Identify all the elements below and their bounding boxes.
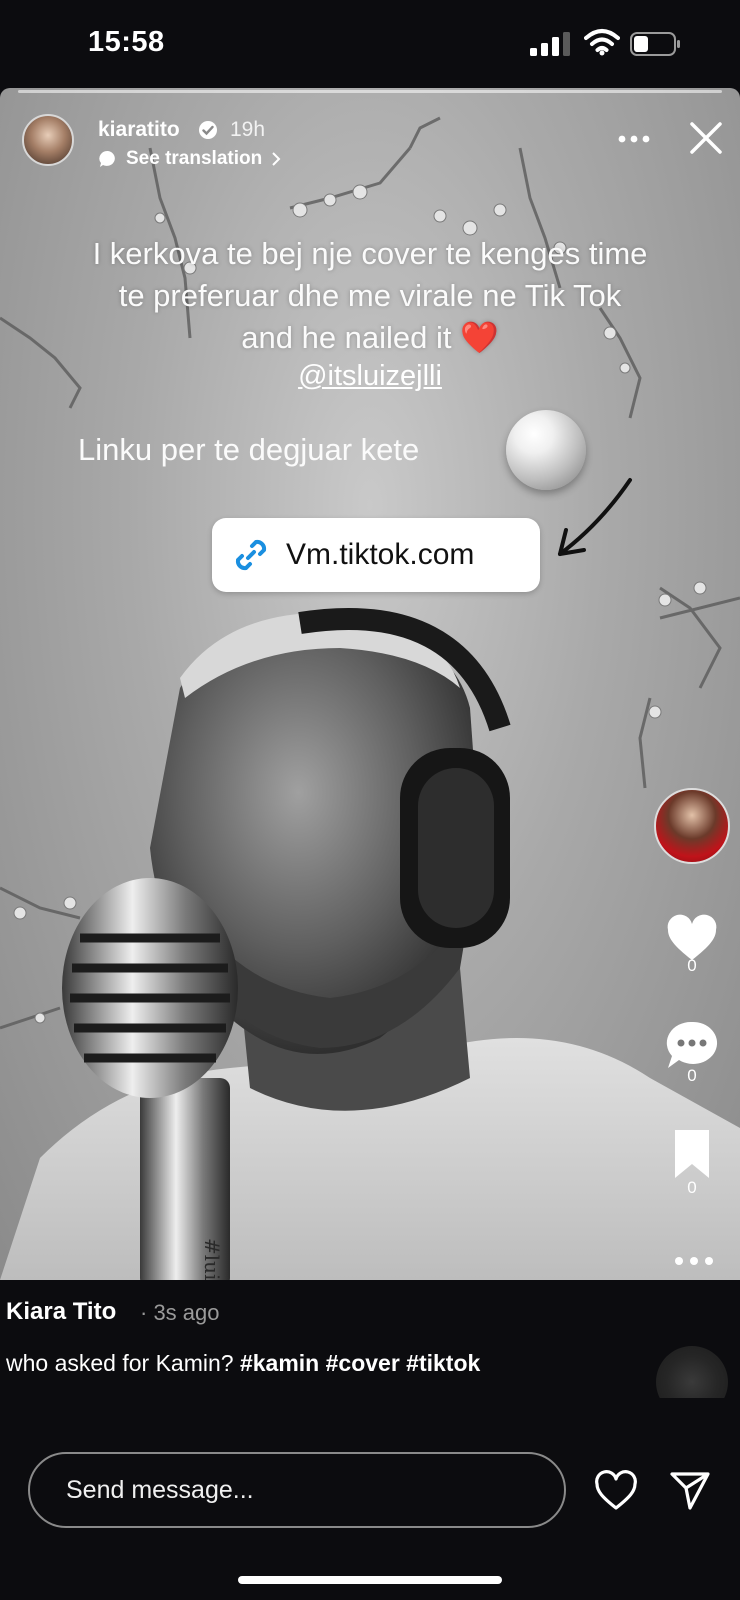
see-translation-button[interactable]: See translation bbox=[98, 146, 282, 172]
save-count: 0 bbox=[687, 1178, 697, 1197]
send-message-input[interactable] bbox=[28, 1452, 566, 1528]
post-caption: who asked for Kamin? #kamin #cover #tikt… bbox=[6, 1350, 480, 1377]
cellular-signal-icon bbox=[530, 32, 570, 56]
story-caption-line-1: I kerkova te bej nje cover te kenges tim… bbox=[92, 236, 648, 271]
post-author[interactable]: Kiara Tito bbox=[6, 1298, 116, 1326]
status-bar: 15:58 bbox=[0, 0, 740, 88]
arrow-pointer-icon bbox=[558, 478, 632, 556]
speech-bubble-icon bbox=[99, 150, 115, 167]
see-translation-label: See translation bbox=[126, 148, 263, 169]
bookmark-icon[interactable] bbox=[664, 1126, 720, 1182]
post-more-icon[interactable] bbox=[672, 1254, 716, 1268]
link-icon bbox=[235, 539, 267, 571]
close-icon[interactable] bbox=[686, 118, 726, 158]
story-header: kiaratito 19h See translation bbox=[18, 110, 722, 170]
post-time: · 3s ago bbox=[140, 1300, 220, 1325]
send-icon[interactable] bbox=[668, 1468, 712, 1512]
story-caption-line-3: and he nailed it ❤️ bbox=[241, 320, 499, 355]
link-intro-text: Linku per te degjuar kete bbox=[78, 432, 420, 467]
chevron-right-icon bbox=[272, 152, 281, 166]
post-hashtags[interactable]: #kamin #cover #tiktok bbox=[240, 1350, 480, 1376]
mic-engraving-text: #luizejlli bbox=[200, 1238, 224, 1280]
post-info: Kiara Tito · 3s ago who asked for Kamin?… bbox=[0, 1257, 740, 1418]
post-caption-text: who asked for Kamin? bbox=[6, 1350, 234, 1376]
like-count: 0 bbox=[687, 956, 697, 975]
reply-bar bbox=[0, 1398, 740, 1600]
wifi-icon bbox=[584, 29, 620, 56]
story-time-ago: 19h bbox=[230, 118, 266, 141]
story-progress-bar bbox=[18, 90, 722, 93]
battery-icon bbox=[630, 32, 680, 56]
verified-badge-icon bbox=[199, 121, 217, 139]
story-author-avatar[interactable] bbox=[22, 114, 74, 166]
story-caption-line-2: te preferuar dhe me virale ne Tik Tok bbox=[118, 278, 622, 313]
more-options-icon[interactable] bbox=[614, 124, 654, 154]
home-indicator[interactable] bbox=[238, 1576, 502, 1584]
status-time: 15:58 bbox=[88, 26, 165, 58]
mention-link[interactable]: @itsluizejlli bbox=[0, 360, 740, 393]
audio-creator-avatar[interactable] bbox=[654, 788, 730, 864]
comment-count: 0 bbox=[687, 1066, 697, 1085]
heart-outline-icon[interactable] bbox=[594, 1470, 638, 1512]
story-viewer[interactable]: #luizejlli kiaratito 19h See translation… bbox=[0, 88, 740, 1280]
link-sticker-label: Vm.tiktok.com bbox=[286, 538, 475, 571]
story-username[interactable]: kiaratito bbox=[98, 118, 180, 142]
link-sticker[interactable]: Vm.tiktok.com bbox=[212, 518, 540, 592]
